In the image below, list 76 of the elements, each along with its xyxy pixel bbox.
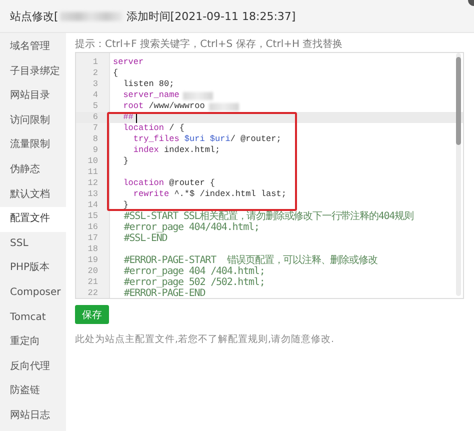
code-keyword: server (113, 57, 144, 68)
line-number: 19 (86, 255, 98, 266)
code-comment: #ERROR-PAGE-START 错误页配置，可以注释、删除或修改 (122, 255, 378, 266)
code-keyword: index (132, 145, 159, 156)
sidebar-item[interactable]: Tomcat (0, 306, 66, 330)
code-keyword: try_files (132, 134, 180, 145)
sidebar-item[interactable]: 防盗链 (0, 379, 66, 404)
line-number: 15 (86, 211, 98, 222)
line-number: 17 (86, 233, 98, 244)
code-text: } (122, 200, 128, 211)
sidebar-item[interactable]: 子目录绑定 (0, 60, 66, 84)
code-text: /www/wwwroo (148, 101, 205, 112)
sidebar-item[interactable]: 默认文档 (0, 182, 66, 208)
code-editor[interactable] (75, 52, 464, 299)
text-cursor (136, 112, 138, 122)
note-text: 此处为站点主配置文件,若您不了解配置规则,请勿随意修改. (75, 333, 336, 346)
line-number: 16 (86, 222, 98, 233)
line-number: 6 (92, 112, 98, 123)
code-keyword: server_name (122, 90, 180, 101)
code-keyword: rewrite (132, 189, 170, 200)
redaction (208, 102, 239, 110)
redaction (183, 92, 214, 100)
code-comment: #SSL-START SSL相关配置，请勿删除或修改下一行带注释的404规则 (122, 211, 414, 222)
line-number: 11 (86, 167, 98, 178)
sidebar-item[interactable]: 访问限制 (0, 108, 66, 134)
sidebar-item[interactable]: 配置文件 (0, 207, 66, 232)
sidebar-item[interactable]: SSL (0, 232, 66, 256)
line-number: 5 (92, 101, 98, 112)
code-comment: #SSL-END (122, 233, 168, 244)
line-number: 12 (86, 178, 98, 189)
code-text: / { (168, 123, 184, 134)
sidebar-item[interactable]: PHP版本 (0, 256, 66, 281)
line-number: 7 (92, 123, 98, 134)
sidebar-item[interactable]: 反向代理 (0, 354, 66, 380)
line-number: 8 (92, 134, 98, 145)
sidebar-item[interactable]: 网站目录 (0, 84, 66, 109)
line-number: 18 (86, 244, 98, 255)
code-variable: $uri (183, 134, 205, 145)
line-number: 2 (92, 68, 98, 79)
code-text: @router { (168, 178, 216, 189)
code-text: index.html; (163, 145, 220, 156)
code-keyword: location (122, 178, 164, 189)
sidebar-item[interactable]: 伪静态 (0, 158, 66, 183)
line-number: 1 (92, 57, 98, 68)
window-title: 站点修改[ (10, 8, 58, 24)
line-number: 14 (86, 200, 98, 211)
code-comment: #error_page 502 /502.html; (122, 277, 265, 288)
hint-text: 提示：Ctrl+F 搜索关键字，Ctrl+S 保存，Ctrl+H 查找替换 (75, 38, 344, 51)
code-text: { (113, 68, 118, 79)
line-number: 13 (86, 189, 98, 200)
line-number: 4 (92, 90, 98, 101)
code-text: } (122, 156, 128, 167)
line-number: 10 (86, 156, 98, 167)
code-text: ^.*$ /index.html last; (173, 189, 286, 200)
line-number: 9 (92, 145, 98, 156)
sidebar-item[interactable]: 重定向 (0, 330, 66, 355)
code-variable: $uri (208, 134, 230, 145)
code-comment: #ERROR-PAGE-END (122, 288, 206, 298)
redaction (60, 12, 122, 20)
line-number: 22 (86, 288, 98, 298)
line-number: 3 (92, 79, 98, 90)
sidebar-item[interactable]: 流量限制 (0, 133, 66, 158)
window-title: 添加时间[2021-09-11 18:25:37] (126, 8, 296, 24)
code-keyword: location (122, 123, 164, 134)
code-keyword: root (122, 101, 144, 112)
sidebar-item[interactable]: 域名管理 (0, 35, 66, 60)
scrollbar[interactable] (456, 53, 461, 296)
sidebar-item[interactable]: 网站日志 (0, 404, 66, 428)
code-text: listen 80; (122, 79, 174, 90)
line-number: 21 (86, 277, 98, 288)
code-text: / @router; (230, 134, 282, 145)
code-comment: #error_page 404/404.html; (122, 222, 260, 233)
line-number: 20 (86, 266, 98, 277)
sidebar-item[interactable]: Composer (0, 280, 66, 306)
scrollbar-thumb[interactable] (456, 57, 461, 145)
code-comment: #error_page 404 /404.html; (122, 266, 265, 277)
